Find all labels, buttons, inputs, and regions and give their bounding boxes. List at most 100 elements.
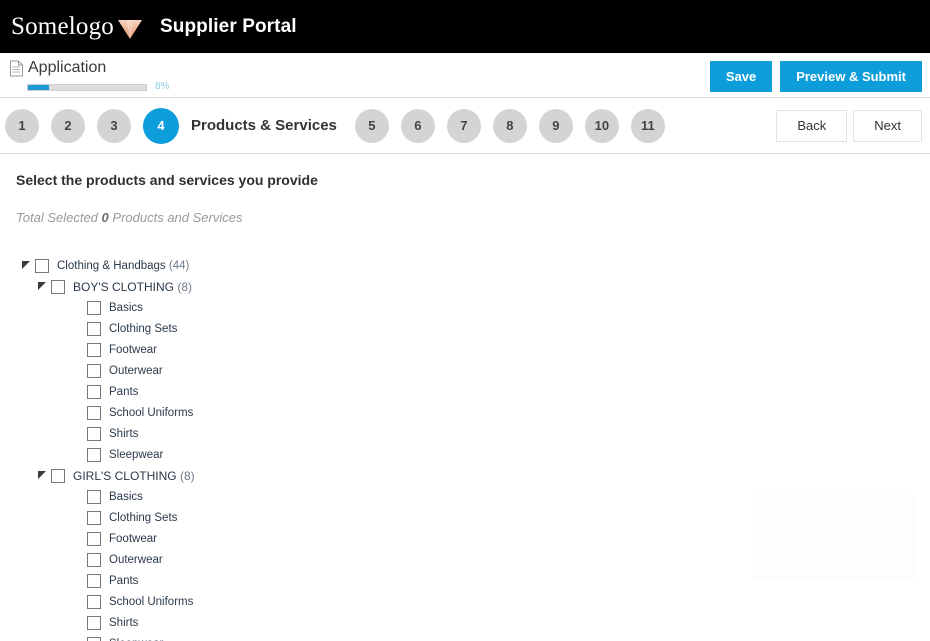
step-nav-actions: Back Next [776, 109, 922, 142]
application-title: Application [28, 59, 107, 76]
tree-toggle-spacer [72, 302, 84, 314]
tree-item-count: (44) [165, 259, 190, 272]
step-circle-9[interactable]: 9 [538, 108, 573, 143]
brand-logo[interactable]: Somelogo [11, 14, 143, 40]
progress-percent-label: 8% [155, 81, 170, 92]
step-circle-8[interactable]: 8 [492, 108, 527, 143]
tree-leaf-item: Clothing Sets [16, 318, 930, 339]
checkbox[interactable] [87, 321, 101, 336]
checkbox[interactable] [35, 258, 49, 273]
step-circle-10[interactable]: 10 [584, 108, 619, 143]
step-circle-4[interactable]: 4 [143, 107, 179, 144]
checkbox[interactable] [51, 468, 65, 483]
step-navigation-bar: 1 2 3 4 Products & Services 5 6 7 8 9 10 11 Back Ne… [0, 98, 930, 154]
tree-leaf-item: Pants [16, 381, 930, 402]
checkbox[interactable] [87, 615, 101, 630]
tree-item-label: Footwear [109, 343, 157, 356]
checkbox[interactable] [87, 447, 101, 462]
preview-submit-button[interactable]: Preview & Submit [780, 61, 922, 92]
expand-collapse-triangle-icon[interactable] [36, 470, 48, 482]
next-button[interactable]: Next [853, 109, 922, 142]
tree-toggle-spacer [72, 575, 84, 587]
application-title-line: Application [9, 59, 169, 77]
tree-item-label: Footwear [109, 532, 157, 545]
application-progress: 8% [27, 82, 169, 92]
tree-toggle-spacer [72, 323, 84, 335]
save-button[interactable]: Save [709, 61, 773, 92]
progress-bar-track [27, 83, 147, 91]
checkbox[interactable] [87, 363, 101, 378]
step-circle-3[interactable]: 3 [97, 108, 131, 143]
tree-toggle-spacer [72, 449, 84, 461]
active-step-label: Products & Services [191, 117, 337, 134]
checkbox[interactable] [87, 426, 101, 441]
tree-toggle-spacer [72, 638, 84, 641]
checkbox[interactable] [87, 636, 101, 641]
tree-item-label: Sleepwear [109, 448, 164, 461]
total-selected-prefix: Total Selected [16, 210, 98, 225]
tree-item-label: Outerwear [109, 553, 163, 566]
tree-item-label: Clothing & Handbags (44) [57, 259, 190, 272]
tree-toggle-spacer [72, 554, 84, 566]
page-title: Select the products and services you pro… [16, 172, 318, 188]
step-circle-1[interactable]: 1 [5, 108, 39, 143]
checkbox[interactable] [87, 573, 101, 588]
step-circle-7[interactable]: 7 [446, 108, 481, 143]
checkbox[interactable] [87, 342, 101, 357]
tree-group-item: GIRL'S CLOTHING (8) [16, 465, 930, 486]
tree-item-label: Clothing Sets [109, 322, 178, 335]
tree-group-item: Clothing & Handbags (44) [16, 255, 930, 276]
product-category-tree: Clothing & Handbags (44) BOY'S CLOTHING (… [16, 255, 930, 641]
tree-toggle-spacer [72, 617, 84, 629]
checkbox[interactable] [87, 300, 101, 315]
step-circle-6[interactable]: 6 [400, 108, 435, 143]
tree-item-label: School Uniforms [109, 595, 194, 608]
checkbox[interactable] [87, 510, 101, 525]
application-info: Application 8% [9, 59, 169, 92]
tree-item-label: Pants [109, 574, 139, 587]
inverted-triangle-cone-logo-icon [117, 18, 143, 40]
step-circle-5[interactable]: 5 [354, 108, 389, 143]
tree-item-label: Outerwear [109, 364, 163, 377]
total-selected-suffix: Products and Services [112, 210, 243, 225]
checkbox[interactable] [87, 489, 101, 504]
tree-leaf-item: Shirts [16, 423, 930, 444]
tree-toggle-spacer [72, 386, 84, 398]
tree-item-count: (8) [173, 279, 192, 294]
tree-toggle-spacer [72, 533, 84, 545]
tree-item-label: Sleepwear [109, 637, 163, 641]
expand-collapse-triangle-icon[interactable] [36, 281, 48, 293]
checkbox[interactable] [87, 405, 101, 420]
checkbox[interactable] [51, 279, 65, 294]
expand-collapse-triangle-icon[interactable] [20, 260, 32, 272]
checkbox[interactable] [87, 594, 101, 609]
document-icon [9, 60, 24, 77]
checkbox[interactable] [87, 552, 101, 567]
brand-name: Somelogo [11, 13, 114, 40]
tree-item-count: (8) [176, 468, 195, 483]
tree-item-label: Clothing Sets [109, 511, 178, 524]
tree-toggle-spacer [72, 596, 84, 608]
tree-toggle-spacer [72, 428, 84, 440]
tree-leaf-item: Outerwear [16, 360, 930, 381]
tree-item-label: Basics [109, 301, 143, 314]
tree-toggle-spacer [72, 344, 84, 356]
tree-toggle-spacer [72, 365, 84, 377]
tree-item-label: Basics [109, 490, 143, 503]
tree-leaf-item: Shirts [16, 612, 930, 633]
tree-leaf-item: Footwear [16, 339, 930, 360]
portal-title: Supplier Portal [160, 15, 297, 37]
top-header-bar: Somelogo Supplier Portal [0, 0, 930, 53]
checkbox[interactable] [87, 384, 101, 399]
checkbox[interactable] [87, 531, 101, 546]
step-circle-11[interactable]: 11 [630, 108, 665, 143]
tree-item-label: BOY'S CLOTHING (8) [73, 279, 192, 294]
tree-leaf-item: Sleepwear [16, 444, 930, 465]
tree-leaf-item: School Uniforms [16, 591, 930, 612]
step-circle-2[interactable]: 2 [51, 108, 85, 143]
tree-toggle-spacer [72, 407, 84, 419]
application-bar: Application 8% Save Preview & Submit [0, 53, 930, 98]
back-button[interactable]: Back [776, 109, 848, 142]
tree-toggle-spacer [72, 491, 84, 503]
step-list: 1 2 3 4 Products & Services 5 6 7 8 9 10 11 [5, 107, 677, 144]
